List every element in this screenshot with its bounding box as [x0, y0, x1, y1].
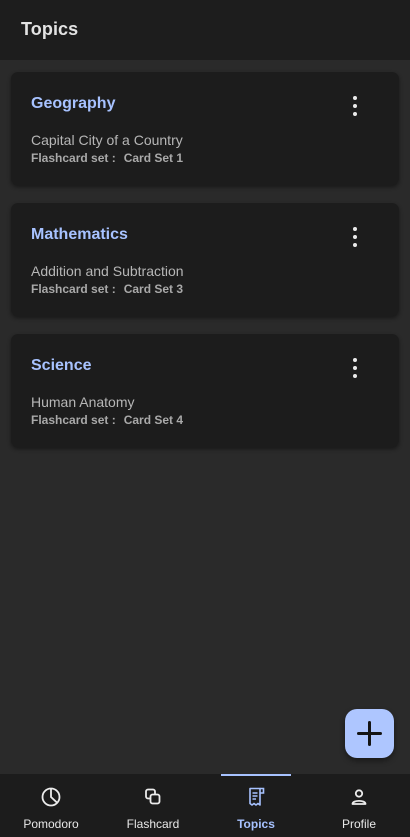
more-options-icon[interactable] [345, 227, 365, 247]
flashcard-set-value: Card Set 3 [123, 282, 184, 296]
nav-tab-flashcard[interactable]: Flashcard [102, 774, 204, 837]
nav-tab-profile[interactable]: Profile [308, 774, 410, 837]
more-options-icon[interactable] [345, 96, 365, 116]
person-icon [351, 789, 367, 805]
app-screen: Topics Geography Capital City of a Count… [0, 0, 410, 837]
pie-chart-icon [41, 787, 61, 807]
nav-label-flashcard: Flashcard [126, 817, 180, 831]
bottom-navigation: Pomodoro Flashcard Topics Profile [0, 774, 410, 837]
topic-title: Science [31, 357, 92, 374]
topic-card-science[interactable]: Science Human Anatomy Flashcard set : Car… [11, 334, 399, 447]
nav-tab-topics[interactable]: Topics [205, 774, 307, 837]
flashcard-set-value: Card Set 1 [123, 151, 184, 165]
flashcard-set-info: Flashcard set : Card Set 3 [31, 282, 183, 296]
flashcard-set-value: Card Set 4 [123, 413, 184, 427]
nav-label-profile: Profile [341, 817, 376, 831]
top-app-bar: Topics [0, 0, 410, 60]
page-title: Topics [21, 19, 79, 39]
flashcard-set-label: Flashcard set : [31, 413, 116, 427]
topic-card-geography[interactable]: Geography Capital City of a Country Flas… [11, 72, 399, 185]
add-topic-button[interactable] [345, 709, 394, 758]
receipt-list-icon [249, 787, 265, 806]
flashcard-set-label: Flashcard set : [31, 282, 116, 296]
topic-subtitle: Human Anatomy [31, 394, 135, 410]
topic-title: Geography [31, 95, 116, 112]
nav-label-topics: Topics [237, 817, 275, 831]
nav-label-pomodoro: Pomodoro [23, 817, 79, 831]
topic-subtitle: Addition and Subtraction [31, 263, 184, 279]
flashcard-set-label: Flashcard set : [31, 151, 116, 165]
plus-icon [357, 721, 382, 746]
nav-tab-pomodoro[interactable]: Pomodoro [0, 774, 102, 837]
topic-subtitle: Capital City of a Country [31, 132, 183, 148]
topic-card-mathematics[interactable]: Mathematics Addition and Subtraction Fla… [11, 203, 399, 316]
more-options-icon[interactable] [345, 358, 365, 378]
flashcard-set-info: Flashcard set : Card Set 1 [31, 151, 183, 165]
cards-icon [145, 788, 161, 805]
flashcard-set-info: Flashcard set : Card Set 4 [31, 413, 183, 427]
topic-title: Mathematics [31, 226, 128, 243]
